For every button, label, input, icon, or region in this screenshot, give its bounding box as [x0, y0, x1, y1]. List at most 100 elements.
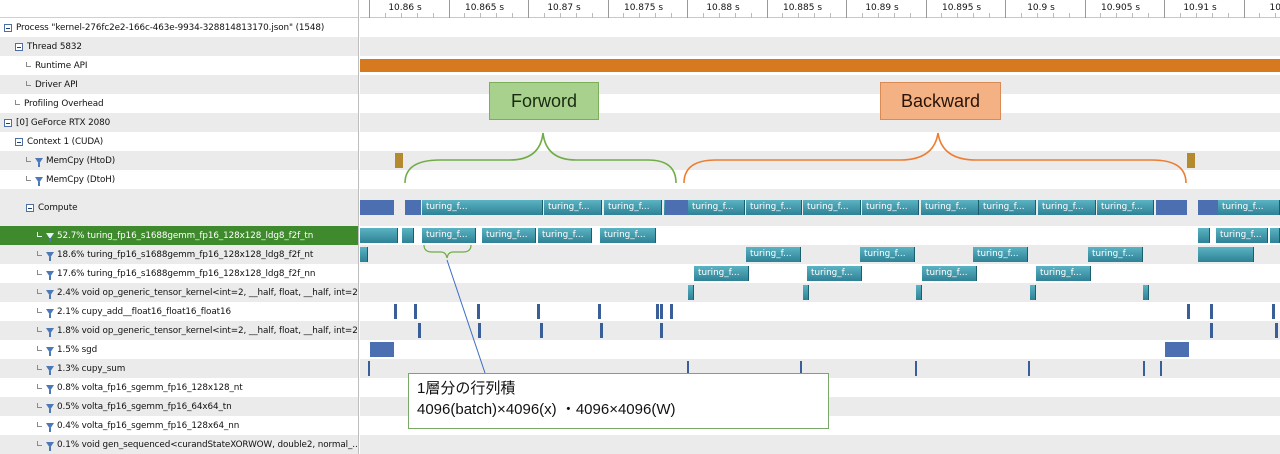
- add-kernel-block[interactable]: [660, 304, 663, 319]
- nt-kernel-block[interactable]: [1198, 247, 1254, 262]
- compute-kernel-block[interactable]: turing_f...: [862, 200, 919, 215]
- compute-kernel-block[interactable]: turing_f...: [1097, 200, 1154, 215]
- compute-kernel-block[interactable]: turing_f...: [604, 200, 662, 215]
- nt-kernel-block[interactable]: [360, 247, 368, 262]
- filter-icon[interactable]: [46, 251, 54, 261]
- tn-kernel-block[interactable]: [1270, 228, 1280, 243]
- tree-row[interactable]: Runtime API: [0, 56, 358, 75]
- compute-kernel-block[interactable]: [665, 200, 679, 215]
- add-kernel-block[interactable]: [670, 304, 673, 319]
- tree-row[interactable]: 0.8% volta_fp16_sgemm_fp16_128x128_nt: [0, 378, 358, 397]
- sum-kernel-block[interactable]: [1160, 361, 1162, 376]
- collapse-toggle-icon[interactable]: [26, 203, 34, 212]
- tree-row[interactable]: Process "kernel-276fc2e2-166c-463e-9934-…: [0, 18, 358, 37]
- sum-kernel-block[interactable]: [915, 361, 917, 376]
- filter-icon[interactable]: [46, 308, 54, 318]
- filter-icon[interactable]: [46, 441, 54, 451]
- tn-kernel-block[interactable]: turing_f...: [482, 228, 536, 243]
- compute-kernel-block[interactable]: [405, 200, 421, 215]
- compute-kernel-block[interactable]: turing_f...: [544, 200, 602, 215]
- compute-kernel-block[interactable]: turing_f...: [746, 200, 802, 215]
- tree-row[interactable]: [0] GeForce RTX 2080: [0, 113, 358, 132]
- nn-kernel-block[interactable]: turing_f...: [694, 266, 749, 281]
- collapse-toggle-icon[interactable]: [15, 42, 23, 51]
- tn-kernel-block[interactable]: turing_f...: [538, 228, 592, 243]
- filter-icon[interactable]: [46, 365, 54, 375]
- add-kernel-block[interactable]: [477, 304, 480, 319]
- compute-kernel-block[interactable]: turing_f...: [1218, 200, 1280, 215]
- compute-kernel-block[interactable]: [678, 200, 688, 215]
- filter-icon[interactable]: [46, 384, 54, 394]
- collapse-toggle-icon[interactable]: [15, 137, 23, 146]
- filter-icon[interactable]: [46, 232, 54, 242]
- add-kernel-block[interactable]: [598, 304, 601, 319]
- tn-kernel-block[interactable]: [1198, 228, 1210, 243]
- sum-kernel-block[interactable]: [368, 361, 370, 376]
- op-kernel-block[interactable]: [1030, 285, 1036, 300]
- op2-kernel-block[interactable]: [660, 323, 663, 338]
- add-kernel-block[interactable]: [656, 304, 659, 319]
- collapse-toggle-icon[interactable]: [4, 118, 12, 127]
- tree-row[interactable]: Driver API: [0, 75, 358, 94]
- sum-kernel-block[interactable]: [1143, 361, 1145, 376]
- filter-icon[interactable]: [46, 289, 54, 299]
- nn-kernel-block[interactable]: turing_f...: [807, 266, 862, 281]
- compute-kernel-block[interactable]: turing_f...: [688, 200, 745, 215]
- op-kernel-block[interactable]: [1143, 285, 1149, 300]
- compute-kernel-block[interactable]: turing_f...: [422, 200, 543, 215]
- filter-icon[interactable]: [46, 422, 54, 432]
- compute-kernel-block[interactable]: turing_f...: [803, 200, 861, 215]
- op2-kernel-block[interactable]: [1275, 323, 1278, 338]
- tree-row[interactable]: 1.5% sgd: [0, 340, 358, 359]
- tree-row[interactable]: 17.6% turing_fp16_s1688gemm_fp16_128x128…: [0, 264, 358, 283]
- op-kernel-block[interactable]: [688, 285, 694, 300]
- tree-row[interactable]: Profiling Overhead: [0, 94, 358, 113]
- tree-row[interactable]: Thread 5832: [0, 37, 358, 56]
- nn-kernel-block[interactable]: turing_f...: [1036, 266, 1091, 281]
- compute-kernel-block[interactable]: turing_f...: [1038, 200, 1096, 215]
- add-kernel-block[interactable]: [1187, 304, 1190, 319]
- nt-kernel-block[interactable]: turing_f...: [973, 247, 1028, 262]
- tn-kernel-block[interactable]: turing_f...: [600, 228, 656, 243]
- add-kernel-block[interactable]: [394, 304, 397, 319]
- filter-icon[interactable]: [46, 403, 54, 413]
- tree-row[interactable]: 52.7% turing_fp16_s1688gemm_fp16_128x128…: [0, 226, 358, 245]
- tree-row[interactable]: Compute: [0, 189, 358, 226]
- tree-row[interactable]: 2.4% void op_generic_tensor_kernel<int=2…: [0, 283, 358, 302]
- nt-kernel-block[interactable]: turing_f...: [1088, 247, 1143, 262]
- tree-row[interactable]: 0.5% volta_fp16_sgemm_fp16_64x64_tn: [0, 397, 358, 416]
- add-kernel-block[interactable]: [1210, 304, 1213, 319]
- tree-row[interactable]: 1.8% void op_generic_tensor_kernel<int=2…: [0, 321, 358, 340]
- tree-row[interactable]: 0.1% void gen_sequenced<curandStateXORWO…: [0, 435, 358, 454]
- tree-row[interactable]: MemCpy (HtoD): [0, 151, 358, 170]
- runtime-api-bar[interactable]: [360, 59, 1280, 72]
- filter-icon[interactable]: [46, 327, 54, 337]
- op2-kernel-block[interactable]: [478, 323, 481, 338]
- compute-kernel-block[interactable]: turing_f...: [979, 200, 1036, 215]
- filter-icon[interactable]: [35, 176, 43, 186]
- filter-icon[interactable]: [46, 346, 54, 356]
- filter-icon[interactable]: [35, 157, 43, 167]
- collapse-toggle-icon[interactable]: [4, 23, 12, 32]
- tree-row[interactable]: 18.6% turing_fp16_s1688gemm_fp16_128x128…: [0, 245, 358, 264]
- tn-kernel-block[interactable]: turing_f...: [1216, 228, 1268, 243]
- tree-row[interactable]: 1.3% cupy_sum: [0, 359, 358, 378]
- sgd-block[interactable]: [1165, 342, 1189, 357]
- sum-kernel-block[interactable]: [1028, 361, 1030, 376]
- time-ruler[interactable]: 10.86 s 10.865 s 10.87 s 10.875 s 10.88 s 10.…: [360, 0, 1280, 18]
- nn-kernel-block[interactable]: turing_f...: [922, 266, 977, 281]
- sgd-block[interactable]: [370, 342, 394, 357]
- op-kernel-block[interactable]: [916, 285, 922, 300]
- add-kernel-block[interactable]: [414, 304, 417, 319]
- nt-kernel-block[interactable]: turing_f...: [746, 247, 801, 262]
- compute-kernel-block[interactable]: [360, 200, 394, 215]
- memcpy-htod-block[interactable]: [1187, 153, 1195, 168]
- memcpy-htod-block[interactable]: [395, 153, 403, 168]
- compute-kernel-block[interactable]: [1156, 200, 1187, 215]
- op2-kernel-block[interactable]: [540, 323, 543, 338]
- tree-row[interactable]: 0.4% volta_fp16_sgemm_fp16_128x64_nn: [0, 416, 358, 435]
- tree-row[interactable]: 2.1% cupy_add__float16_float16_float16: [0, 302, 358, 321]
- tn-kernel-block[interactable]: [360, 228, 398, 243]
- tree-row[interactable]: MemCpy (DtoH): [0, 170, 358, 189]
- add-kernel-block[interactable]: [1272, 304, 1275, 319]
